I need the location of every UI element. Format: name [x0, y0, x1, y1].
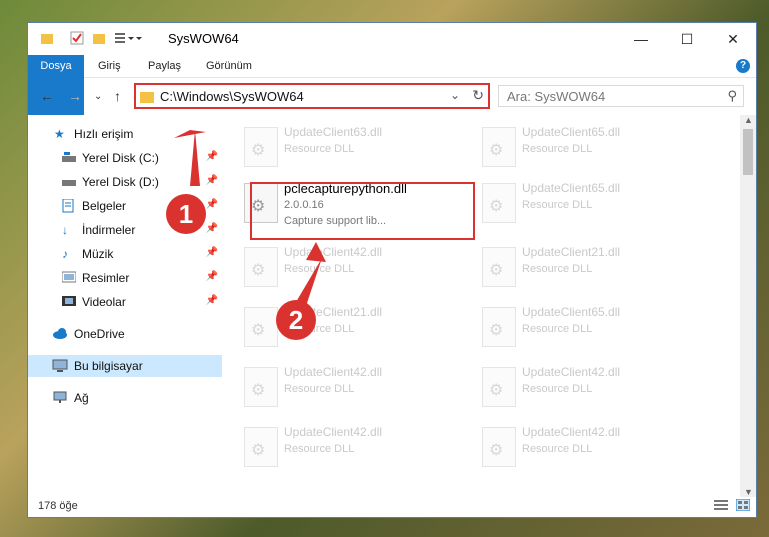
step-marker-one: 1: [166, 194, 206, 234]
step-marker-two: 2: [276, 300, 316, 340]
annotation-arrows: [174, 130, 326, 306]
arrow-one: [190, 130, 200, 186]
arrow-two: [296, 258, 322, 306]
